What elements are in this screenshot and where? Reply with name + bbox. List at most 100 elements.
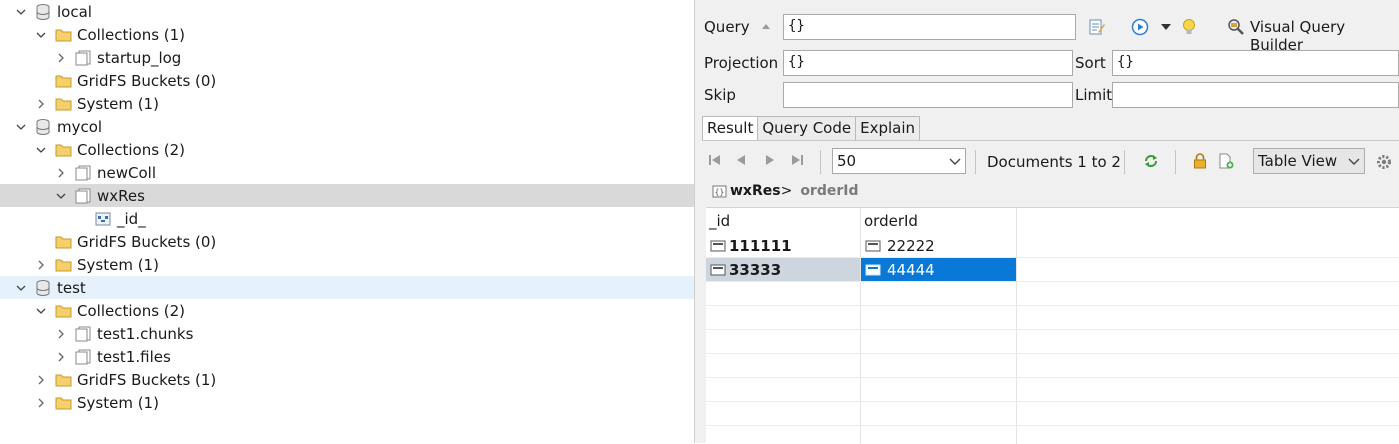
run-query-icon[interactable] bbox=[1129, 16, 1151, 38]
documents-range-label: Documents 1 to 2 bbox=[987, 153, 1121, 171]
chevron-down-icon[interactable] bbox=[54, 189, 68, 203]
last-page-icon[interactable] bbox=[790, 153, 804, 171]
table-cell[interactable]: 111111 bbox=[706, 234, 860, 257]
tree-node-label: newColl bbox=[97, 163, 156, 182]
chevron-down-icon[interactable] bbox=[14, 281, 28, 295]
tab-result[interactable]: Result bbox=[702, 116, 759, 140]
previous-page-icon[interactable] bbox=[735, 153, 747, 171]
tree-db-local[interactable]: local bbox=[0, 0, 694, 23]
lock-icon[interactable] bbox=[1191, 152, 1209, 170]
chevron-down-icon[interactable] bbox=[14, 5, 28, 19]
skip-input[interactable] bbox=[783, 82, 1073, 108]
table-cell[interactable]: 33333 bbox=[706, 258, 860, 281]
limit-label: Limit bbox=[1075, 86, 1113, 104]
table-row-empty bbox=[706, 354, 1399, 378]
breadcrumb-field[interactable]: orderId bbox=[800, 183, 858, 199]
sort-input[interactable]: {} bbox=[1112, 50, 1399, 76]
database-icon bbox=[34, 3, 52, 20]
lightbulb-icon[interactable] bbox=[1179, 16, 1199, 38]
visual-query-builder-button[interactable]: Visual Query Builder bbox=[1250, 18, 1399, 54]
tree-collection-item[interactable]: newColl bbox=[0, 161, 694, 184]
column-header-orderid[interactable]: orderId bbox=[861, 208, 1016, 234]
table-row-empty bbox=[706, 378, 1399, 402]
cell-text: 111111 bbox=[729, 236, 792, 255]
tree-gridfs-folder[interactable]: GridFS Buckets (0) bbox=[0, 69, 694, 92]
chevron-right-icon[interactable] bbox=[34, 97, 48, 111]
tree-collection-item[interactable]: test1.files bbox=[0, 345, 694, 368]
settings-gear-icon[interactable] bbox=[1374, 152, 1394, 172]
column-header-id[interactable]: _id bbox=[706, 208, 860, 234]
sort-label: Sort bbox=[1075, 54, 1106, 72]
document-icon: {} bbox=[712, 185, 727, 198]
tree-system-folder[interactable]: System (1) bbox=[0, 391, 694, 414]
tree-node-label: startup_log bbox=[97, 48, 182, 67]
folder-icon bbox=[54, 142, 72, 158]
chevron-down-icon[interactable] bbox=[34, 28, 48, 42]
tree-collection-item[interactable]: startup_log bbox=[0, 46, 694, 69]
next-page-icon[interactable] bbox=[764, 153, 776, 171]
chevron-down-icon bbox=[949, 152, 961, 170]
chevron-right-icon[interactable] bbox=[54, 350, 68, 364]
chevron-right-icon[interactable] bbox=[34, 258, 48, 272]
index-icon bbox=[94, 211, 112, 227]
database-icon bbox=[34, 118, 52, 135]
chevron-right-icon[interactable] bbox=[34, 373, 48, 387]
tree-node-label: test1.chunks bbox=[97, 324, 194, 343]
collapse-arrow-icon[interactable] bbox=[760, 20, 772, 32]
tree-collection-item-selected[interactable]: wxRes bbox=[0, 184, 694, 207]
tree-system-folder[interactable]: System (1) bbox=[0, 253, 694, 276]
tree-system-folder[interactable]: System (1) bbox=[0, 92, 694, 115]
breadcrumb-collection[interactable]: wxRes bbox=[730, 183, 781, 199]
chevron-down-icon[interactable] bbox=[14, 120, 28, 134]
chevron-right-icon[interactable] bbox=[34, 396, 48, 410]
result-toolbar: 50 Documents 1 to 2 Table View bbox=[702, 140, 1399, 184]
chevron-right-icon[interactable] bbox=[54, 51, 68, 65]
chevron-right-icon[interactable] bbox=[54, 166, 68, 180]
refresh-icon[interactable] bbox=[1142, 152, 1160, 170]
chevron-right-icon[interactable] bbox=[54, 327, 68, 341]
limit-input[interactable] bbox=[1112, 82, 1399, 108]
tree-node-label: GridFS Buckets (1) bbox=[77, 370, 217, 389]
chevron-down-icon[interactable] bbox=[34, 143, 48, 157]
first-page-icon[interactable] bbox=[708, 153, 722, 171]
toolbar-divider bbox=[975, 150, 976, 174]
collection-icon bbox=[74, 349, 92, 365]
table-row[interactable]: 33333 44444 bbox=[706, 258, 1399, 282]
tree-node-label: _id_ bbox=[117, 209, 146, 228]
tree-db-mycol[interactable]: mycol bbox=[0, 115, 694, 138]
edit-query-icon[interactable] bbox=[1086, 16, 1108, 38]
tree-collections-folder[interactable]: Collections (2) bbox=[0, 138, 694, 161]
tab-query-code[interactable]: Query Code bbox=[757, 116, 857, 140]
query-panel: Query {} Visual Query Builder Projection… bbox=[698, 0, 1399, 444]
folder-icon bbox=[54, 303, 72, 319]
collection-icon bbox=[74, 326, 92, 342]
view-mode-select[interactable]: Table View bbox=[1253, 148, 1365, 174]
tree-node-label: Collections (2) bbox=[77, 140, 186, 159]
tree-gridfs-folder[interactable]: GridFS Buckets (1) bbox=[0, 368, 694, 391]
tree-collections-folder[interactable]: Collections (2) bbox=[0, 299, 694, 322]
tree-node-label: GridFS Buckets (0) bbox=[77, 71, 217, 90]
folder-icon bbox=[54, 73, 72, 89]
tree-node-label: Collections (1) bbox=[77, 25, 186, 44]
add-document-icon[interactable] bbox=[1217, 152, 1235, 170]
chevron-down-icon[interactable] bbox=[34, 304, 48, 318]
table-cell[interactable]: 22222 bbox=[861, 234, 1016, 257]
tree-collections-folder[interactable]: Collections (1) bbox=[0, 23, 694, 46]
visual-query-builder-icon[interactable] bbox=[1226, 16, 1246, 38]
table-row[interactable]: 111111 22222 bbox=[706, 234, 1399, 258]
tree-gridfs-folder[interactable]: GridFS Buckets (0) bbox=[0, 230, 694, 253]
cell-text: 33333 bbox=[729, 260, 782, 279]
connection-tree: local Collections (1) startup_log GridFS… bbox=[0, 0, 694, 443]
toolbar-divider bbox=[820, 150, 821, 174]
tab-explain[interactable]: Explain bbox=[855, 116, 921, 140]
run-options-dropdown-icon[interactable] bbox=[1159, 18, 1173, 36]
table-cell-selected[interactable]: 44444 bbox=[861, 258, 1016, 281]
page-size-select[interactable]: 50 bbox=[832, 148, 966, 174]
query-input[interactable]: {} bbox=[783, 14, 1076, 40]
tree-collection-item[interactable]: test1.chunks bbox=[0, 322, 694, 345]
folder-icon bbox=[54, 234, 72, 250]
tree-index-item[interactable]: _id_ bbox=[0, 207, 694, 230]
projection-input[interactable]: {} bbox=[783, 50, 1073, 76]
field-value-icon bbox=[710, 240, 726, 252]
tree-db-test[interactable]: test bbox=[0, 276, 694, 299]
